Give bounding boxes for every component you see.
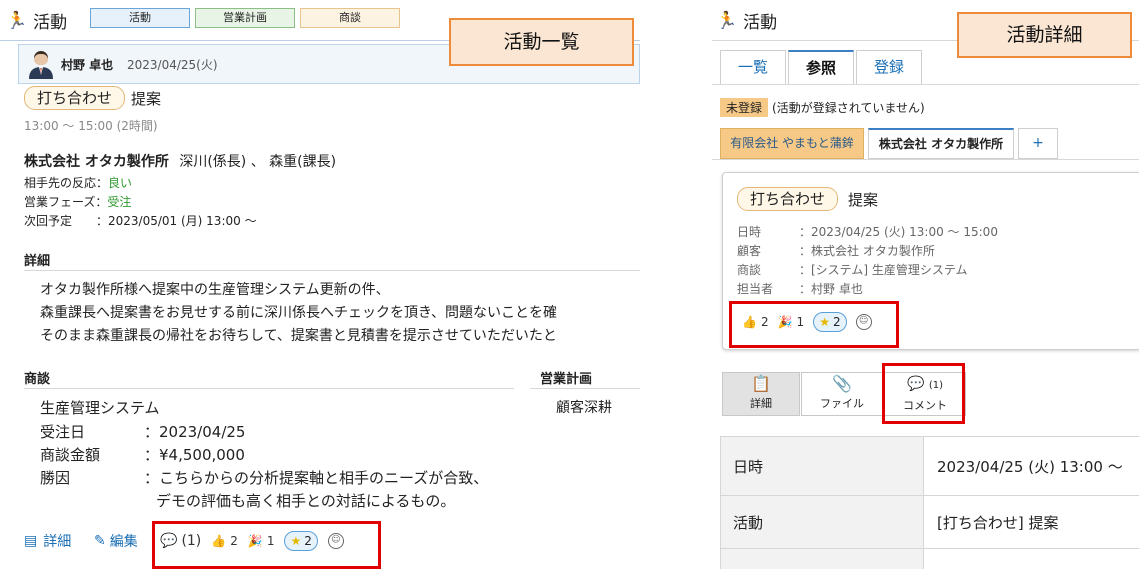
thumbs-up-icon: 👍 <box>742 315 757 329</box>
detail-text: オタカ製作所様へ提案中の生産管理システム更新の件、 森重課長へ提案書をお見せする… <box>40 279 557 348</box>
unregistered-badge: 未登録 <box>720 98 769 117</box>
party-reaction[interactable]: 🎉 1 <box>778 315 805 329</box>
detail-line: オタカ製作所様へ提案中の生産管理システム更新の件、 <box>40 282 390 298</box>
order-date-label: 受注日 <box>40 423 86 441</box>
app-header: 🏃 活動 <box>716 8 778 34</box>
company-name: 株式会社 オタカ製作所 <box>24 154 169 170</box>
amount-value: ：¥4,500,000 <box>144 446 245 464</box>
field-datetime-key: 日時 <box>737 225 762 239</box>
edit-icon: ✎ <box>94 533 106 549</box>
party-reaction[interactable]: 🎉 1 <box>248 534 275 548</box>
phase-value: 受注 <box>107 195 132 209</box>
plan-section-title: 営業計画 <box>540 372 593 387</box>
field-customer-link[interactable]: ：株式会社 オタカ製作所 <box>799 242 935 259</box>
table-row: 日時 2023/04/25 (火) 13:00 ～ <box>720 436 1139 496</box>
next-label: 次回予定 ： <box>24 214 109 228</box>
star-reaction[interactable]: ★ 2 <box>284 531 318 551</box>
tool-tab-file[interactable]: 📎 ファイル <box>801 372 883 416</box>
plan-value: 顧客深耕 <box>556 400 612 416</box>
reason-label: 勝因 <box>40 469 71 487</box>
star-icon: ★ <box>819 315 830 329</box>
detail-link[interactable]: ▤ 詳細 <box>24 531 71 551</box>
reason-line-2: デモの評価も高く相手との対話によるもの。 <box>156 492 456 510</box>
deal-name: 生産管理システム <box>40 399 160 417</box>
activity-type-badge: 打ち合わせ <box>24 86 126 110</box>
tab-reference[interactable]: 参照 <box>788 50 854 84</box>
tab-list[interactable]: 一覧 <box>720 50 786 84</box>
activity-type-badge: 打ち合わせ <box>737 187 839 211</box>
reaction-label: 相手先の反応： <box>24 176 109 190</box>
thumbs-up-reaction[interactable]: 👍 2 <box>742 315 769 329</box>
activity-time: 13:00 ～ 15:00 (2時間) <box>24 119 158 133</box>
list-detail-icon: ▤ <box>24 533 38 549</box>
field-owner-value: ：村野 卓也 <box>799 282 863 296</box>
user-name: 村野 卓也 <box>61 58 114 72</box>
runner-icon: 🏃 <box>716 10 738 31</box>
tab-register[interactable]: 登録 <box>856 50 922 84</box>
reactions-bar: 💬 (1) 👍 2 🎉 1 ★ 2 ☺ <box>160 531 344 551</box>
field-customer-key: 顧客 <box>737 244 762 258</box>
company-tab-yamamoto[interactable]: 有限会社 やまもと蒲鉾 <box>720 128 864 159</box>
avatar <box>27 49 55 79</box>
paperclip-icon: 📎 <box>832 374 852 393</box>
filter-chip-deal[interactable]: 商談 <box>300 8 400 28</box>
table-row: 活動 [打ち合わせ] 提案 <box>720 495 1139 549</box>
edit-link[interactable]: ✎ 編集 <box>94 531 138 551</box>
detail-section-title: 詳細 <box>24 254 51 269</box>
callout-activity-list: 活動一覧 <box>449 18 634 66</box>
app-title: 活動 <box>743 13 778 33</box>
next-value: 2023/05/01 (月) 13:00 ～ <box>108 214 257 228</box>
unregistered-note: (活動が登録されていません) <box>772 101 925 115</box>
activity-list-panel: 🏃 活動 活動 営業計画 商談 村野 卓也 2023/04/25(火) 打ち合わ… <box>0 0 640 569</box>
callout-activity-detail: 活動詳細 <box>957 12 1132 58</box>
filter-chip-sales-plan[interactable]: 営業計画 <box>195 8 295 28</box>
table-value: 2023/04/25 (火) 13:00 ～ <box>937 457 1123 476</box>
runner-icon: 🏃 <box>6 10 28 31</box>
clipboard-icon: 📋 <box>751 374 771 393</box>
party-popper-icon: 🎉 <box>777 315 793 329</box>
amount-label: 商談金額 <box>40 446 101 464</box>
comment-tab-highlight <box>882 363 965 424</box>
party-popper-icon: 🎉 <box>247 534 263 548</box>
add-company-tab-button[interactable]: + <box>1018 128 1058 159</box>
filter-chip-activity[interactable]: 活動 <box>90 8 190 28</box>
field-datetime-value: ：2023/04/25 (火) 13:00 ～ 15:00 <box>799 225 998 239</box>
company-tab-otaka[interactable]: 株式会社 オタカ製作所 <box>868 128 1014 159</box>
table-key: 活動 <box>721 496 924 548</box>
deal-section-title: 商談 <box>24 372 51 387</box>
add-reaction-icon[interactable]: ☺ <box>327 533 344 549</box>
reactions-bar: 👍 2 🎉 1 ★ 2 ☺ <box>742 312 872 332</box>
phase-label: 営業フェーズ： <box>24 195 108 209</box>
thumbs-up-reaction[interactable]: 👍 2 <box>211 534 238 548</box>
detail-line: 森重課長へ提案書をお見せする前に深川係長へチェックを頂き、問題ないことを確 <box>40 305 558 321</box>
field-deal-link[interactable]: ：[システム] 生産管理システム <box>799 261 967 278</box>
table-row <box>720 548 1139 569</box>
tool-tab-detail[interactable]: 📋 詳細 <box>722 372 800 416</box>
reason-line-1: ：こちらからの分析提案軸と相手のニーズが合致、 <box>144 469 489 487</box>
field-deal-key: 商談 <box>737 263 762 277</box>
star-reaction[interactable]: ★ 2 <box>813 312 847 332</box>
star-icon: ★ <box>290 534 302 548</box>
contacts: 深川(係長) 、 森重(課長) <box>179 154 337 170</box>
detail-line: そのまま森重課長の帰社をお待ちして、提案書と見積書を提示させていただいたと <box>40 328 557 344</box>
comment-button[interactable]: 💬 (1) <box>160 533 201 549</box>
reaction-value: 良い <box>108 176 133 190</box>
app-title: 活動 <box>33 13 68 33</box>
comment-icon: 💬 <box>160 533 178 549</box>
table-key: 日時 <box>721 437 924 495</box>
order-date-value: ：2023/04/25 <box>144 423 246 441</box>
table-value: [打ち合わせ] 提案 <box>937 513 1059 532</box>
activity-title: 提案 <box>848 190 879 209</box>
activity-title: 提案 <box>131 89 162 108</box>
field-owner-key: 担当者 <box>737 282 774 296</box>
add-reaction-icon[interactable]: ☺ <box>855 314 872 330</box>
activity-date: 2023/04/25(火) <box>127 58 218 72</box>
app-header: 🏃 活動 <box>6 8 68 34</box>
thumbs-up-icon: 👍 <box>211 534 227 548</box>
activity-detail-panel: 🏃 活動 一覧 参照 登録 未登録 (活動が登録されていません) 有限会社 やま… <box>712 0 1139 569</box>
